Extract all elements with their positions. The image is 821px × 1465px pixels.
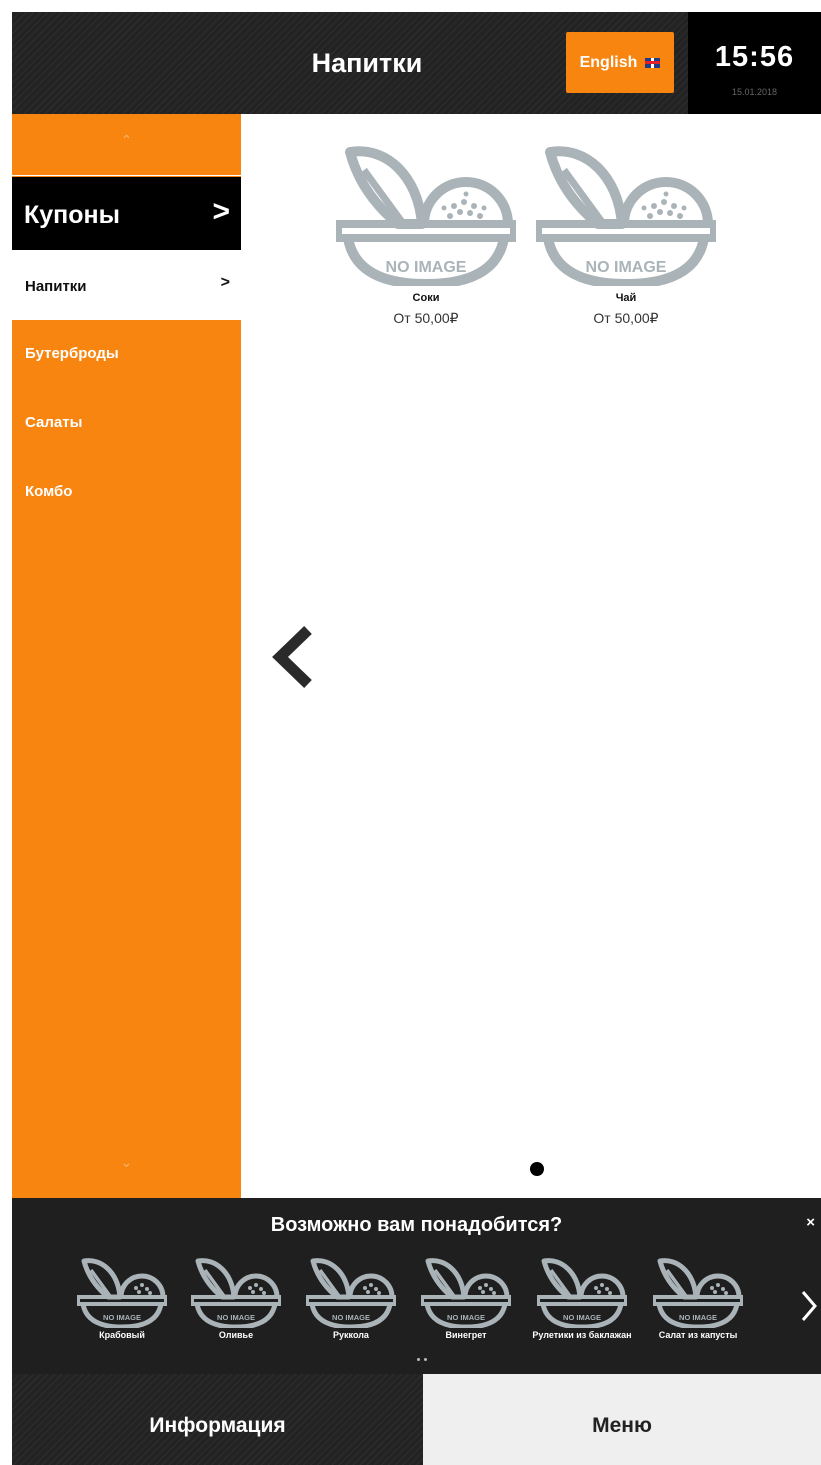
pagination-dot[interactable] — [417, 1358, 420, 1361]
no-image-bowl-icon: NO IMAGE — [536, 146, 716, 286]
product-price: От 50,00₽ — [393, 310, 459, 326]
pagination-dot[interactable] — [424, 1358, 427, 1361]
tab-information[interactable]: Информация — [12, 1374, 423, 1465]
chevron-right-icon — [801, 1291, 817, 1321]
recommendations-next-button[interactable] — [799, 1286, 819, 1326]
pagination-dot-active[interactable] — [530, 1162, 544, 1176]
sidebar-item-label: Напитки — [25, 278, 87, 295]
tab-label: Меню — [592, 1414, 652, 1437]
category-sidebar: ⌃ Купоны > Напитки > Бутерброды Салаты К… — [12, 114, 241, 1198]
no-image-bowl-icon: NO IMAGE — [537, 1258, 627, 1328]
previous-page-button[interactable] — [268, 622, 318, 692]
no-image-text: NO IMAGE — [103, 1313, 141, 1322]
no-image-text: NO IMAGE — [386, 259, 467, 276]
recommendation-name: Салат из капусты — [658, 1330, 738, 1340]
sidebar-scroll-down-button[interactable]: ⌄ — [12, 1154, 241, 1184]
chevron-down-icon: ⌄ — [120, 1154, 133, 1170]
product-card[interactable]: NO IMAGE Чай От 50,00₽ — [536, 146, 716, 327]
recommendation-name: Руккола — [333, 1330, 369, 1340]
sidebar-item-drinks[interactable]: Напитки > — [12, 250, 241, 320]
no-image-bowl-icon: NO IMAGE — [421, 1258, 511, 1328]
sidebar-item-coupons[interactable]: Купоны > — [12, 177, 241, 250]
recommendation-card[interactable]: NO IMAGE Оливье — [180, 1258, 292, 1340]
recommendation-name: Рулетики из баклажан — [532, 1330, 632, 1340]
close-icon[interactable]: × — [806, 1214, 815, 1231]
clock-date: 15.01.2018 — [731, 87, 778, 97]
no-image-text: NO IMAGE — [586, 259, 667, 276]
recommendations-panel: Возможно вам понадобится? × NO IMAGE Краб… — [12, 1198, 821, 1374]
sidebar-item-label: Салаты — [25, 414, 83, 431]
no-image-bowl-icon: NO IMAGE — [77, 1258, 167, 1328]
language-button-label: English — [579, 53, 638, 71]
no-image-text: NO IMAGE — [447, 1313, 485, 1322]
no-image-bowl-icon: NO IMAGE — [336, 146, 516, 286]
sidebar-item-label: Бутерброды — [25, 345, 119, 362]
no-image-text: NO IMAGE — [563, 1313, 601, 1322]
no-image-text: NO IMAGE — [217, 1313, 255, 1322]
sidebar-item-sandwiches[interactable]: Бутерброды — [12, 320, 241, 386]
tab-label: Информация — [149, 1414, 286, 1437]
chevron-right-icon: > — [212, 195, 230, 228]
no-image-bowl-icon: NO IMAGE — [306, 1258, 396, 1328]
recommendation-name: Винегрет — [445, 1330, 487, 1340]
uk-flag-icon — [645, 57, 661, 68]
recommendations-title: Возможно вам понадобится? — [270, 1214, 563, 1236]
recommendation-card[interactable]: NO IMAGE Руккола — [295, 1258, 407, 1340]
no-image-bowl-icon: NO IMAGE — [191, 1258, 281, 1328]
recommendations-pagination — [417, 1358, 433, 1362]
product-price: От 50,00₽ — [593, 310, 659, 326]
language-button[interactable]: English — [566, 32, 674, 93]
recommendation-card[interactable]: NO IMAGE Рулетики из баклажан — [526, 1258, 638, 1340]
sidebar-item-label: Комбо — [25, 483, 73, 500]
recommendation-card[interactable]: NO IMAGE Крабовый — [66, 1258, 178, 1340]
sidebar-item-combo[interactable]: Комбо — [12, 458, 241, 524]
chevron-left-icon — [272, 626, 312, 688]
sidebar-item-label: Купоны — [24, 201, 120, 229]
product-card[interactable]: NO IMAGE Соки От 50,00₽ — [336, 146, 516, 327]
no-image-text: NO IMAGE — [332, 1313, 370, 1322]
chevron-up-icon: ⌃ — [120, 132, 133, 148]
no-image-bowl-icon: NO IMAGE — [653, 1258, 743, 1328]
product-name: Соки — [412, 292, 440, 304]
chevron-right-icon: > — [220, 274, 230, 291]
recommendation-card[interactable]: NO IMAGE Винегрет — [410, 1258, 522, 1340]
recommendation-name: Крабовый — [99, 1330, 145, 1340]
sidebar-scroll-up-button[interactable]: ⌃ — [12, 114, 241, 176]
header-bar: Напитки English 15:56 15.01.2018 — [12, 12, 821, 114]
recommendation-name: Оливье — [218, 1330, 254, 1340]
clock: 15:56 15.01.2018 — [688, 12, 821, 114]
no-image-text: NO IMAGE — [679, 1313, 717, 1322]
kiosk-screen: Напитки English 15:56 15.01.2018 ⌃ Купон… — [12, 12, 821, 1465]
clock-time: 15:56 — [714, 41, 795, 73]
recommendation-card[interactable]: NO IMAGE Салат из капусты — [642, 1258, 754, 1340]
tab-menu[interactable]: Меню — [423, 1374, 821, 1465]
page-title: Напитки — [311, 48, 423, 78]
product-name: Чай — [615, 292, 637, 304]
sidebar-item-salads[interactable]: Салаты — [12, 389, 241, 455]
